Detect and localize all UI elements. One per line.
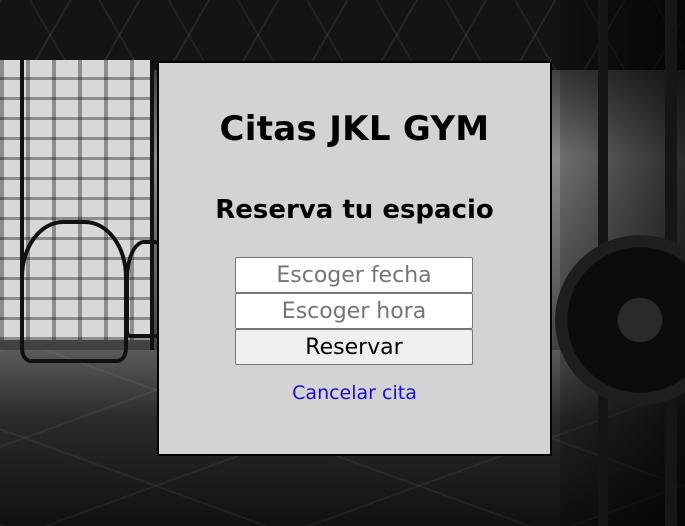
date-input[interactable]: [235, 257, 473, 293]
elliptical-machine: [20, 220, 128, 363]
time-input[interactable]: [235, 293, 473, 329]
page-subtitle: Reserva tu espacio: [215, 195, 494, 225]
page-title: Citas JKL GYM: [219, 109, 490, 149]
reserve-button[interactable]: Reservar: [235, 329, 473, 365]
booking-card: Citas JKL GYM Reserva tu espacio Reserva…: [157, 61, 552, 456]
cancel-appointment-link[interactable]: Cancelar cita: [159, 382, 550, 404]
